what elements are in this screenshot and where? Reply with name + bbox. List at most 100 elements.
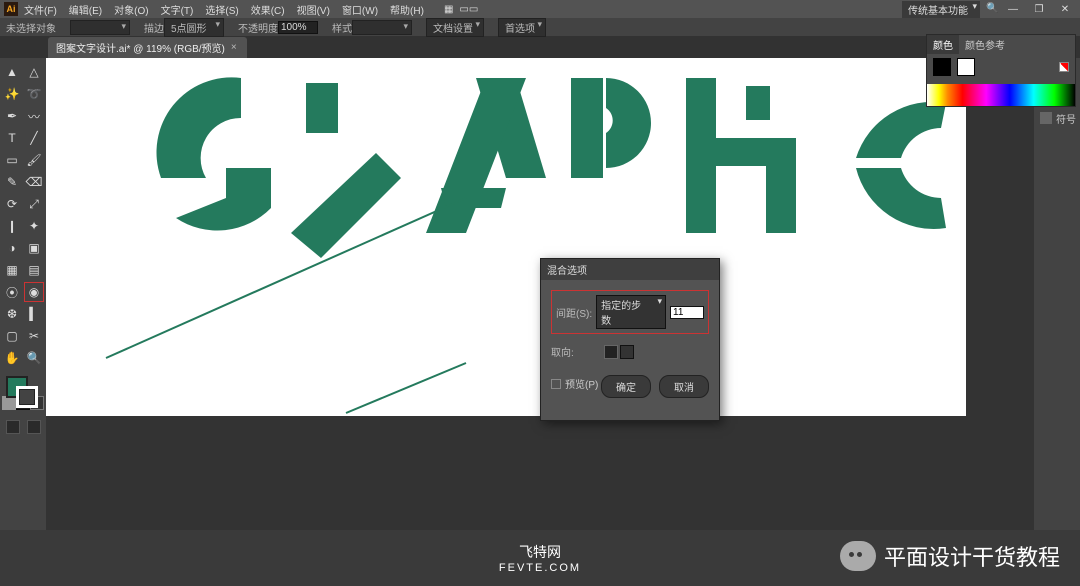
tool-zoom[interactable]: 🔍 xyxy=(24,348,44,368)
screen-mode-buttons xyxy=(2,420,44,434)
tool-line[interactable]: ╱ xyxy=(24,128,44,148)
orient-align-page-icon[interactable] xyxy=(604,345,618,359)
zoom-level[interactable]: 119% xyxy=(52,555,89,566)
menu-window[interactable]: 窗口(W) xyxy=(342,2,378,17)
opacity-label: 不透明度 xyxy=(238,20,278,35)
menu-help[interactable]: 帮助(H) xyxy=(390,2,424,17)
orient-align-path-icon[interactable] xyxy=(620,345,634,359)
workspace-switcher[interactable]: 传统基本功能 ▾ xyxy=(902,1,980,18)
menu-file[interactable]: 文件(F) xyxy=(24,2,57,17)
style-dropdown[interactable] xyxy=(352,20,412,35)
artboard[interactable] xyxy=(46,58,966,416)
stroke-weight-dropdown[interactable]: 5点圆形 xyxy=(164,18,224,37)
color-swatch-black[interactable] xyxy=(933,58,951,76)
window-minimize[interactable]: — xyxy=(1002,4,1024,15)
tool-magic-wand[interactable]: ✨ xyxy=(2,84,22,104)
menu-bar: Ai 文件(F) 编辑(E) 对象(O) 文字(T) 选择(S) 效果(C) 视… xyxy=(0,0,1080,18)
stroke-label: 描边 xyxy=(144,20,164,35)
color-none-icon[interactable] xyxy=(1059,62,1069,72)
spacing-steps-input[interactable] xyxy=(670,306,704,319)
tool-gradient[interactable]: ▤ xyxy=(24,260,44,280)
tool-selection[interactable]: ▲ xyxy=(2,62,22,82)
tool-rectangle[interactable]: ▭ xyxy=(2,150,22,170)
document-tab[interactable]: 图案文字设计.ai* @ 119% (RGB/预览) × xyxy=(48,37,247,58)
spacing-label: 间距(S): xyxy=(556,305,592,320)
tool-shape-builder[interactable]: ◑ xyxy=(2,238,22,258)
fill-stroke-swatch[interactable] xyxy=(2,376,44,410)
tool-artboard[interactable]: ▢ xyxy=(2,326,22,346)
tool-direct-selection[interactable]: △ xyxy=(24,62,44,82)
menu-view[interactable]: 视图(V) xyxy=(297,2,330,17)
tool-lasso[interactable]: ➰ xyxy=(24,84,44,104)
orientation-row: 取向: xyxy=(551,344,709,359)
color-tab[interactable]: 颜色 xyxy=(927,35,959,54)
menu-select[interactable]: 选择(S) xyxy=(205,2,238,17)
toolbox: ▲ △ ✨ ➰ ✒ 〰 T ╱ ▭ 🖌 ✎ ⌫ ⟳ ⤢ ❙ ✦ ◑ ▣ ▦ ▤ … xyxy=(0,58,46,586)
tool-type[interactable]: T xyxy=(2,128,22,148)
document-tab-title: 图案文字设计.ai* @ 119% (RGB/预览) xyxy=(56,40,225,55)
screen-mode-full[interactable] xyxy=(27,420,41,434)
preview-checkbox[interactable]: 预览(P) xyxy=(551,376,598,391)
ok-button[interactable]: 确定 xyxy=(601,375,651,398)
tool-blend[interactable]: ◉ xyxy=(24,282,44,302)
fill-dropdown[interactable] xyxy=(70,20,130,35)
stroke-swatch[interactable] xyxy=(16,386,38,408)
color-panel[interactable]: 颜色 颜色参考 xyxy=(926,34,1076,107)
status-nav-next-icon[interactable]: ▶ xyxy=(107,555,115,566)
app-logo: Ai xyxy=(4,2,18,16)
tool-pen[interactable]: ✒ xyxy=(2,106,22,126)
tool-slice[interactable]: ✂ xyxy=(24,326,44,346)
tool-paintbrush[interactable]: 🖌 xyxy=(24,150,44,170)
spacing-row: 间距(S): 指定的步数 xyxy=(551,290,709,334)
doc-setup-button[interactable]: 文档设置 xyxy=(426,18,484,37)
color-panel-tabs: 颜色 颜色参考 xyxy=(927,35,1075,54)
preview-label: 预览(P) xyxy=(565,376,598,391)
tool-width[interactable]: ❙ xyxy=(2,216,22,236)
color-spectrum[interactable] xyxy=(927,84,1075,106)
tool-eyedropper[interactable]: ⦿ xyxy=(2,282,22,302)
symbols-icon xyxy=(1040,112,1052,124)
tool-rotate[interactable]: ⟳ xyxy=(2,194,22,214)
orientation-label: 取向: xyxy=(551,344,574,359)
spacing-mode-dropdown[interactable]: 指定的步数 xyxy=(596,295,666,329)
tool-mesh[interactable]: ▦ xyxy=(2,260,22,280)
menu-effect[interactable]: 效果(C) xyxy=(251,2,285,17)
panel-symbols-label: 符号 xyxy=(1056,111,1076,126)
tool-scale[interactable]: ⤢ xyxy=(24,194,44,214)
blend-options-dialog: 混合选项 间距(S): 指定的步数 取向: 预览(P) 确定 取消 xyxy=(540,258,720,421)
scroll-right-icon[interactable]: ▶ xyxy=(1068,555,1076,566)
document-tabs: 图案文字设计.ai* @ 119% (RGB/预览) × xyxy=(0,36,1080,58)
status-nav-prev-icon[interactable]: ◀ xyxy=(95,555,103,566)
color-swatch-white[interactable] xyxy=(957,58,975,76)
artwork-svg xyxy=(46,58,966,416)
opacity-input[interactable] xyxy=(278,21,318,34)
workspace-label: 传统基本功能 xyxy=(908,6,968,17)
close-tab-icon[interactable]: × xyxy=(231,42,237,53)
checkbox-icon xyxy=(551,379,561,389)
tool-eraser[interactable]: ⌫ xyxy=(24,172,44,192)
style-label: 样式 xyxy=(332,20,352,35)
status-bar: 119% ◀ ▶ ▶ xyxy=(46,552,1080,568)
menu-edit[interactable]: 编辑(E) xyxy=(69,2,102,17)
tool-curvature[interactable]: 〰 xyxy=(24,106,44,126)
tool-column-graph[interactable]: ▍ xyxy=(24,304,44,324)
bridge-icon[interactable]: ▦ xyxy=(444,4,453,15)
menu-type[interactable]: 文字(T) xyxy=(161,2,194,17)
tool-free-transform[interactable]: ✦ xyxy=(24,216,44,236)
dialog-title: 混合选项 xyxy=(541,259,719,280)
tool-symbol-sprayer[interactable]: ❆ xyxy=(2,304,22,324)
tool-perspective[interactable]: ▣ xyxy=(24,238,44,258)
cancel-button[interactable]: 取消 xyxy=(659,375,709,398)
panel-strip: 色板 画笔 符号 xyxy=(1034,58,1080,586)
screen-mode-normal[interactable] xyxy=(6,420,20,434)
window-close[interactable]: ✕ xyxy=(1054,4,1076,15)
window-restore[interactable]: ❐ xyxy=(1028,4,1050,15)
preferences-button[interactable]: 首选项 xyxy=(498,18,546,37)
tool-hand[interactable]: ✋ xyxy=(2,348,22,368)
tool-pencil[interactable]: ✎ xyxy=(2,172,22,192)
color-guide-tab[interactable]: 颜色参考 xyxy=(959,35,1011,54)
search-icon[interactable]: 🔍 xyxy=(986,3,998,15)
arrange-icon[interactable]: ▭▭ xyxy=(459,4,478,15)
menu-object[interactable]: 对象(O) xyxy=(114,2,148,17)
panel-symbols[interactable]: 符号 xyxy=(1036,108,1078,128)
